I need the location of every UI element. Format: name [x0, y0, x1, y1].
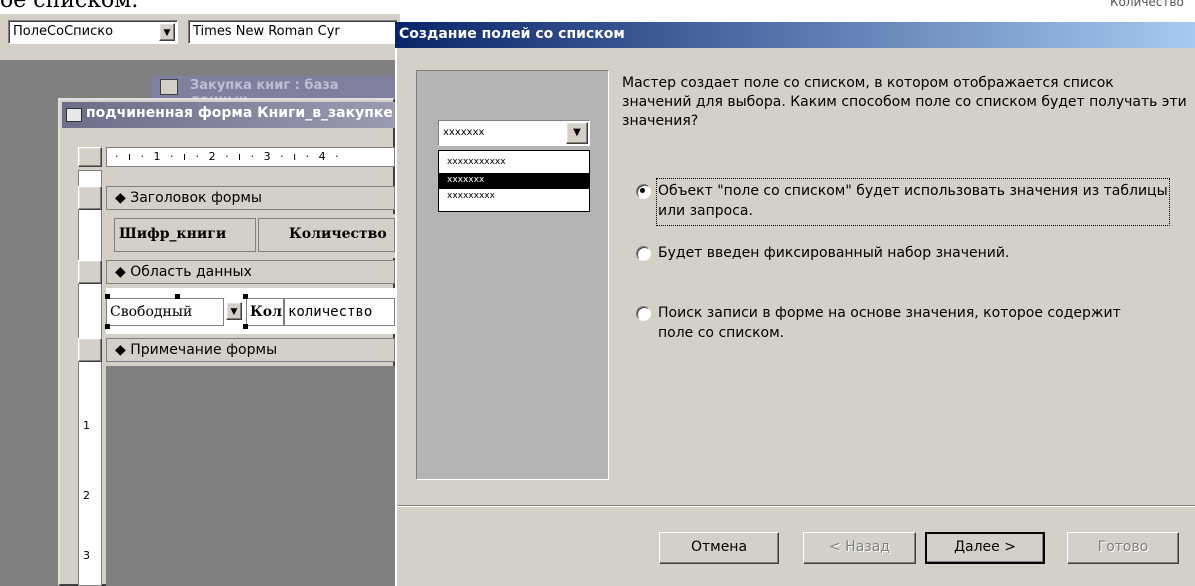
form-footer-label: Примечание формы — [130, 342, 278, 358]
field-kolichestvo[interactable]: количество — [284, 298, 395, 326]
section-arrow-icon: ◆ — [115, 342, 126, 358]
sizing-handle[interactable] — [243, 294, 248, 299]
preview-combo-text: xxxxxxx — [443, 127, 485, 138]
combo-field-svobodny[interactable]: Свободный — [106, 298, 224, 326]
field-text: Кол — [250, 304, 282, 320]
horizontal-ruler[interactable]: · ı · 1 · ı · 2 · ı · 3 · ı · 4 · — [106, 147, 395, 167]
dialog-separator — [398, 505, 1195, 507]
vertical-ruler[interactable]: 1 2 3 — [78, 170, 102, 586]
font-combo-value: Times New Roman Cyr — [193, 24, 340, 39]
radio-icon[interactable] — [636, 246, 651, 261]
button-label: Отмена — [690, 539, 748, 555]
back-button[interactable]: < Назад — [803, 532, 916, 564]
wizard-intro-text: Мастер создает поле со списком, в которо… — [622, 75, 1187, 129]
vruler-mark: 2 — [83, 489, 90, 502]
object-combo-value: ПолеСоСписко — [13, 24, 114, 39]
preview-dropdown-arrow-icon: ▼ — [566, 122, 588, 144]
sizing-handle[interactable] — [175, 294, 180, 299]
page-text-fragment: ое списком. — [0, 0, 138, 13]
form-footer-bar[interactable]: ◆ Примечание формы — [106, 338, 395, 362]
option-label: Поиск записи в форме на основе значения,… — [658, 305, 1121, 341]
form-header-label: Заголовок формы — [130, 190, 262, 206]
form-selector[interactable] — [78, 147, 102, 167]
next-button[interactable]: Далее > — [925, 532, 1045, 564]
preview-list-item: xxxxxxxxx — [447, 191, 495, 201]
page-text: ое списком. — [0, 0, 139, 13]
radio-selected-icon[interactable] — [636, 184, 651, 199]
database-window-icon — [160, 79, 178, 95]
detail-section-selector[interactable] — [78, 260, 102, 284]
vruler-mark: 1 — [83, 419, 90, 432]
detail-header-bar[interactable]: ◆ Область данных — [106, 260, 395, 284]
sizing-handle[interactable] — [243, 324, 248, 329]
label-shifr-knigi[interactable]: Шифр_книги — [114, 218, 256, 252]
font-combo[interactable]: Times New Roman Cyr — [188, 20, 398, 44]
button-label: Готово — [1097, 539, 1149, 555]
object-combo-arrow-icon[interactable]: ▼ — [159, 23, 175, 41]
preview-list-item-selected: xxxxxxx — [439, 173, 589, 189]
form-icon — [66, 108, 82, 122]
sizing-handle[interactable] — [105, 294, 110, 299]
sizing-handle[interactable] — [105, 324, 110, 329]
detail-header-label: Область данных — [130, 264, 252, 280]
preview-list-item: xxxxxxxxxxx — [447, 157, 506, 167]
label-kolichestvo[interactable]: Количество — [258, 218, 395, 252]
form-header-bar[interactable]: ◆ Заголовок формы — [106, 186, 395, 210]
field-text: количество — [288, 304, 373, 320]
header-section-selector[interactable] — [78, 186, 102, 210]
label-text: Количество — [289, 226, 387, 242]
preview-list: xxxxxxxxxxx xxxxxxx xxxxxxxxx — [438, 150, 590, 212]
option-label: Объект "поле со списком" будет использов… — [658, 183, 1168, 219]
combo-arrow-icon[interactable]: ▼ — [226, 302, 242, 320]
field-text: Свободный — [110, 304, 193, 320]
radio-icon[interactable] — [636, 306, 651, 321]
section-arrow-icon: ◆ — [115, 264, 126, 280]
back-window-title-bar[interactable]: Закупка книг : база данных — [152, 76, 395, 108]
field-kol[interactable]: Кол — [246, 298, 284, 326]
section-arrow-icon: ◆ — [115, 190, 126, 206]
subform-title: подчиненная форма Книги_в_закупке — [86, 105, 393, 121]
corner-text: Количество — [1110, 0, 1184, 9]
cancel-button[interactable]: Отмена — [659, 532, 779, 564]
dialog-title: Создание полей со списком — [399, 26, 625, 42]
label-text: Шифр_книги — [119, 226, 227, 242]
dialog-title-bar[interactable]: Создание полей со списком — [395, 22, 1195, 48]
finish-button[interactable]: Готово — [1067, 532, 1179, 564]
button-label: < Назад — [829, 539, 890, 555]
footer-section-selector[interactable] — [78, 338, 102, 362]
ruler-marks: · ı · 1 · ı · 2 · ı · 3 · ı · 4 · — [115, 150, 342, 163]
object-combo[interactable]: ПолеСоСписко ▼ — [8, 20, 178, 44]
vruler-mark: 3 — [83, 549, 90, 562]
button-label: Далее > — [954, 539, 1016, 555]
form-empty-area — [106, 366, 395, 586]
option-label: Будет введен фиксированный набор значени… — [658, 245, 1010, 261]
corner-fragment: Количество — [1110, 0, 1184, 9]
